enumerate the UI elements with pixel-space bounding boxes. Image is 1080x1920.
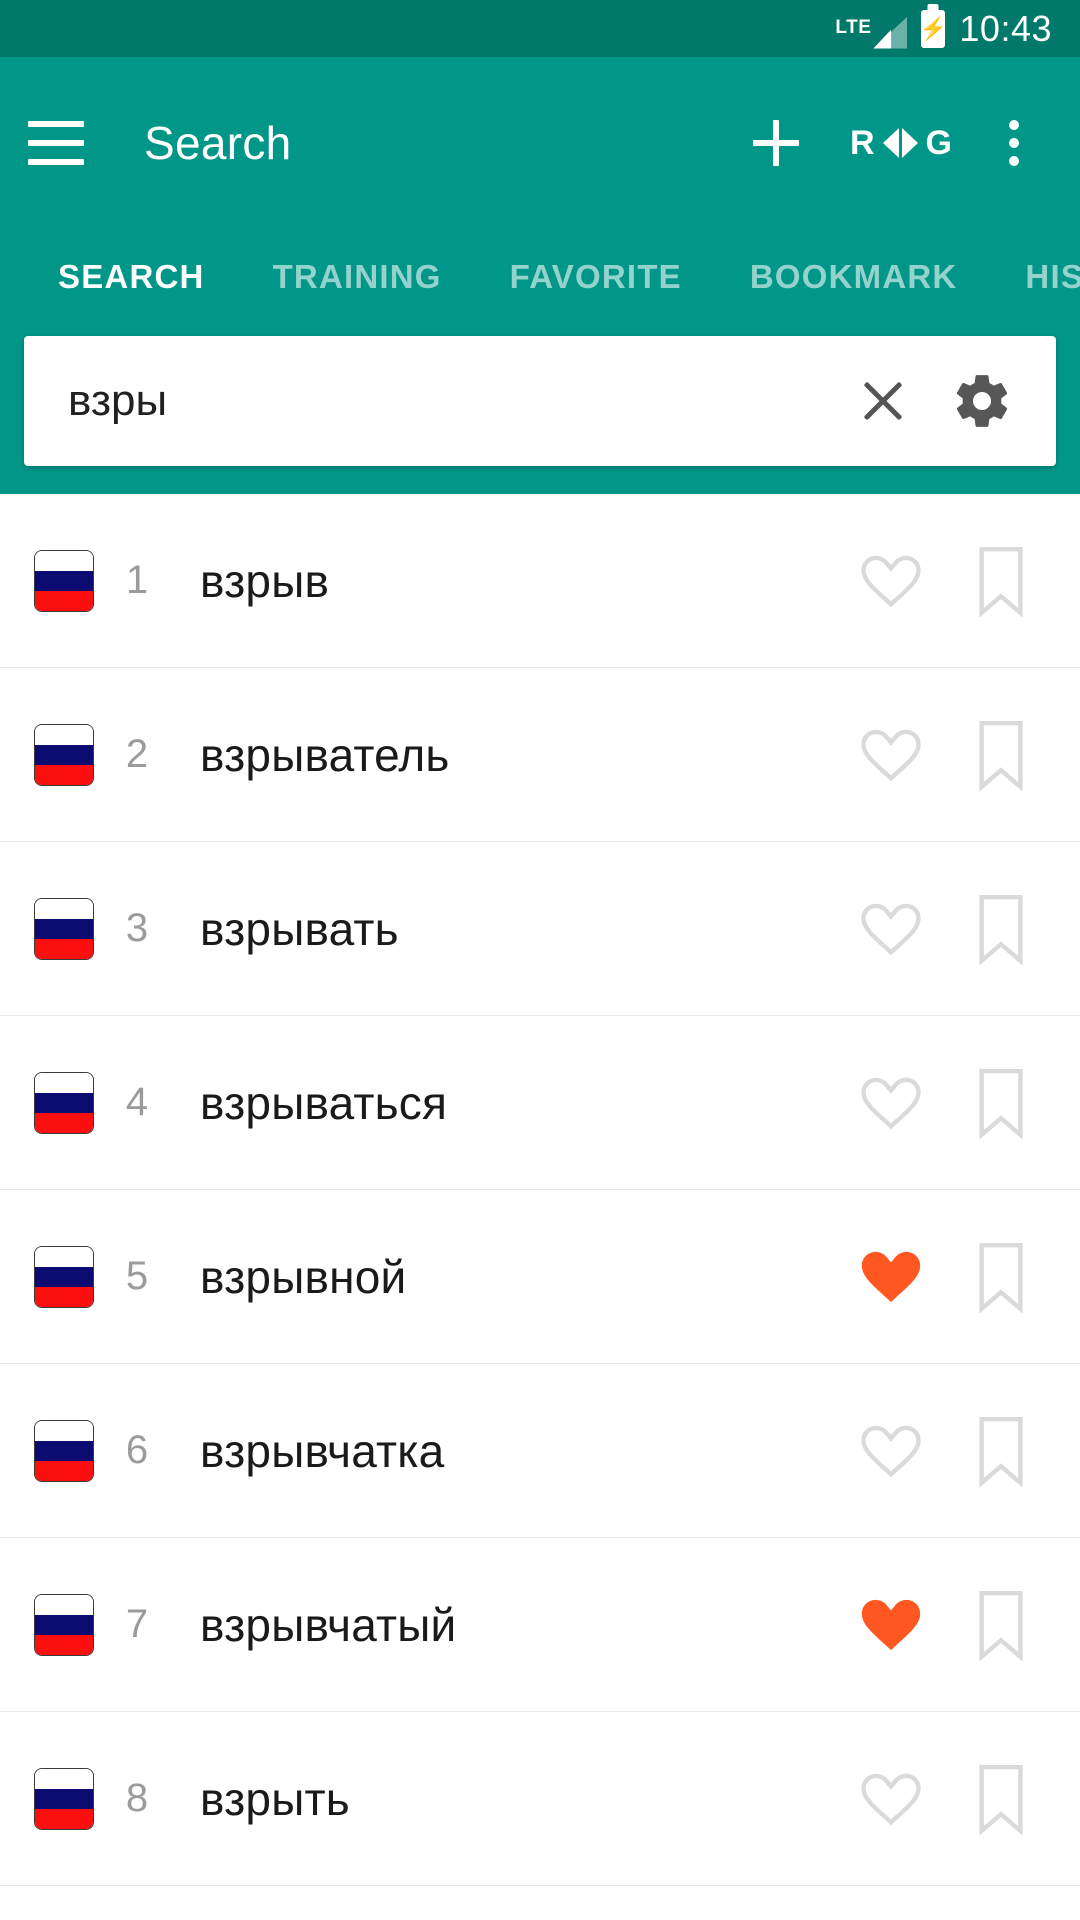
favorite-heart-icon[interactable] [836, 1396, 946, 1506]
row-index: 7 [125, 1602, 149, 1646]
russia-flag-icon [34, 897, 94, 960]
add-button[interactable] [734, 101, 818, 185]
page-title: Search [144, 117, 292, 169]
row-index: 3 [125, 906, 149, 950]
word-label: взрывать [200, 902, 399, 955]
close-icon[interactable] [846, 364, 920, 438]
row-index: 6 [125, 1428, 149, 1472]
table-row[interactable]: 5 взрывной [0, 1190, 1080, 1364]
tab-bar: SEARCH TRAINING FAVORITE BOOKMARK HISTOR… [0, 229, 1080, 324]
bookmark-icon[interactable] [946, 1048, 1056, 1158]
language-source-label: R [849, 124, 875, 162]
tab-training[interactable]: TRAINING [239, 258, 476, 296]
gear-icon[interactable] [942, 361, 1022, 441]
row-index: 8 [125, 1776, 149, 1820]
word-label: взрыть [200, 1772, 350, 1825]
search-input[interactable] [68, 376, 846, 426]
word-label: взрывчатка [200, 1424, 445, 1477]
russia-flag-icon [34, 1767, 94, 1830]
favorite-heart-icon[interactable] [836, 874, 946, 984]
language-direction-toggle[interactable]: R G [836, 101, 966, 185]
language-target-label: G [925, 124, 952, 162]
russia-flag-icon [34, 549, 94, 612]
status-bar: LTE ⚡ 10:43 [0, 0, 1080, 57]
word-label: взрываться [200, 1076, 448, 1129]
bookmark-icon[interactable] [946, 1744, 1056, 1854]
favorite-heart-icon[interactable] [836, 1048, 946, 1158]
bookmark-icon[interactable] [946, 1222, 1056, 1332]
word-label: взрывчатый [200, 1598, 457, 1651]
table-row[interactable]: 8 взрыть [0, 1712, 1080, 1886]
favorite-heart-icon[interactable] [836, 1222, 946, 1332]
row-index: 4 [125, 1080, 149, 1124]
swap-arrows-icon [882, 128, 918, 158]
status-bar-clock: 10:43 [959, 7, 1052, 49]
hamburger-menu-icon[interactable] [28, 121, 84, 165]
table-row[interactable]: 7 взрывчатый [0, 1538, 1080, 1712]
overflow-menu-icon[interactable] [976, 101, 1052, 185]
russia-flag-icon [34, 1071, 94, 1134]
bookmark-icon[interactable] [946, 526, 1056, 636]
search-box[interactable] [24, 336, 1056, 466]
tab-history[interactable]: HISTORY [991, 258, 1080, 296]
bookmark-icon[interactable] [946, 1396, 1056, 1506]
row-index: 5 [125, 1254, 149, 1298]
russia-flag-icon [34, 1245, 94, 1308]
search-results-list: 1 взрыв 2 взрыватель 3 взрывать 4 взрыва… [0, 494, 1080, 1886]
network-status-group: LTE [835, 9, 908, 49]
battery-charging-icon: ⚡ [920, 9, 947, 48]
row-index: 2 [125, 732, 149, 776]
plus-icon [753, 120, 799, 166]
word-label: взрывной [200, 1250, 407, 1303]
favorite-heart-icon[interactable] [836, 1744, 946, 1854]
bookmark-icon[interactable] [946, 1570, 1056, 1680]
table-row[interactable]: 2 взрыватель [0, 668, 1080, 842]
favorite-heart-icon[interactable] [836, 1570, 946, 1680]
app-bar-actions: R G [734, 101, 1052, 185]
signal-bars-icon [873, 16, 908, 49]
table-row[interactable]: 6 взрывчатка [0, 1364, 1080, 1538]
bookmark-icon[interactable] [946, 700, 1056, 810]
search-zone [0, 324, 1080, 494]
tab-search[interactable]: SEARCH [24, 258, 239, 296]
favorite-heart-icon[interactable] [836, 700, 946, 810]
word-label: взрыв [200, 554, 330, 607]
russia-flag-icon [34, 1419, 94, 1482]
row-index: 1 [125, 558, 149, 602]
russia-flag-icon [34, 723, 94, 786]
table-row[interactable]: 3 взрывать [0, 842, 1080, 1016]
tab-favorite[interactable]: FAVORITE [476, 258, 716, 296]
app-bar: Search R G [0, 57, 1080, 229]
russia-flag-icon [34, 1593, 94, 1656]
table-row[interactable]: 4 взрываться [0, 1016, 1080, 1190]
tab-bookmark[interactable]: BOOKMARK [716, 258, 992, 296]
favorite-heart-icon[interactable] [836, 526, 946, 636]
table-row[interactable]: 1 взрыв [0, 494, 1080, 668]
bookmark-icon[interactable] [946, 874, 1056, 984]
word-label: взрыватель [200, 728, 450, 781]
network-type-label: LTE [835, 16, 872, 38]
